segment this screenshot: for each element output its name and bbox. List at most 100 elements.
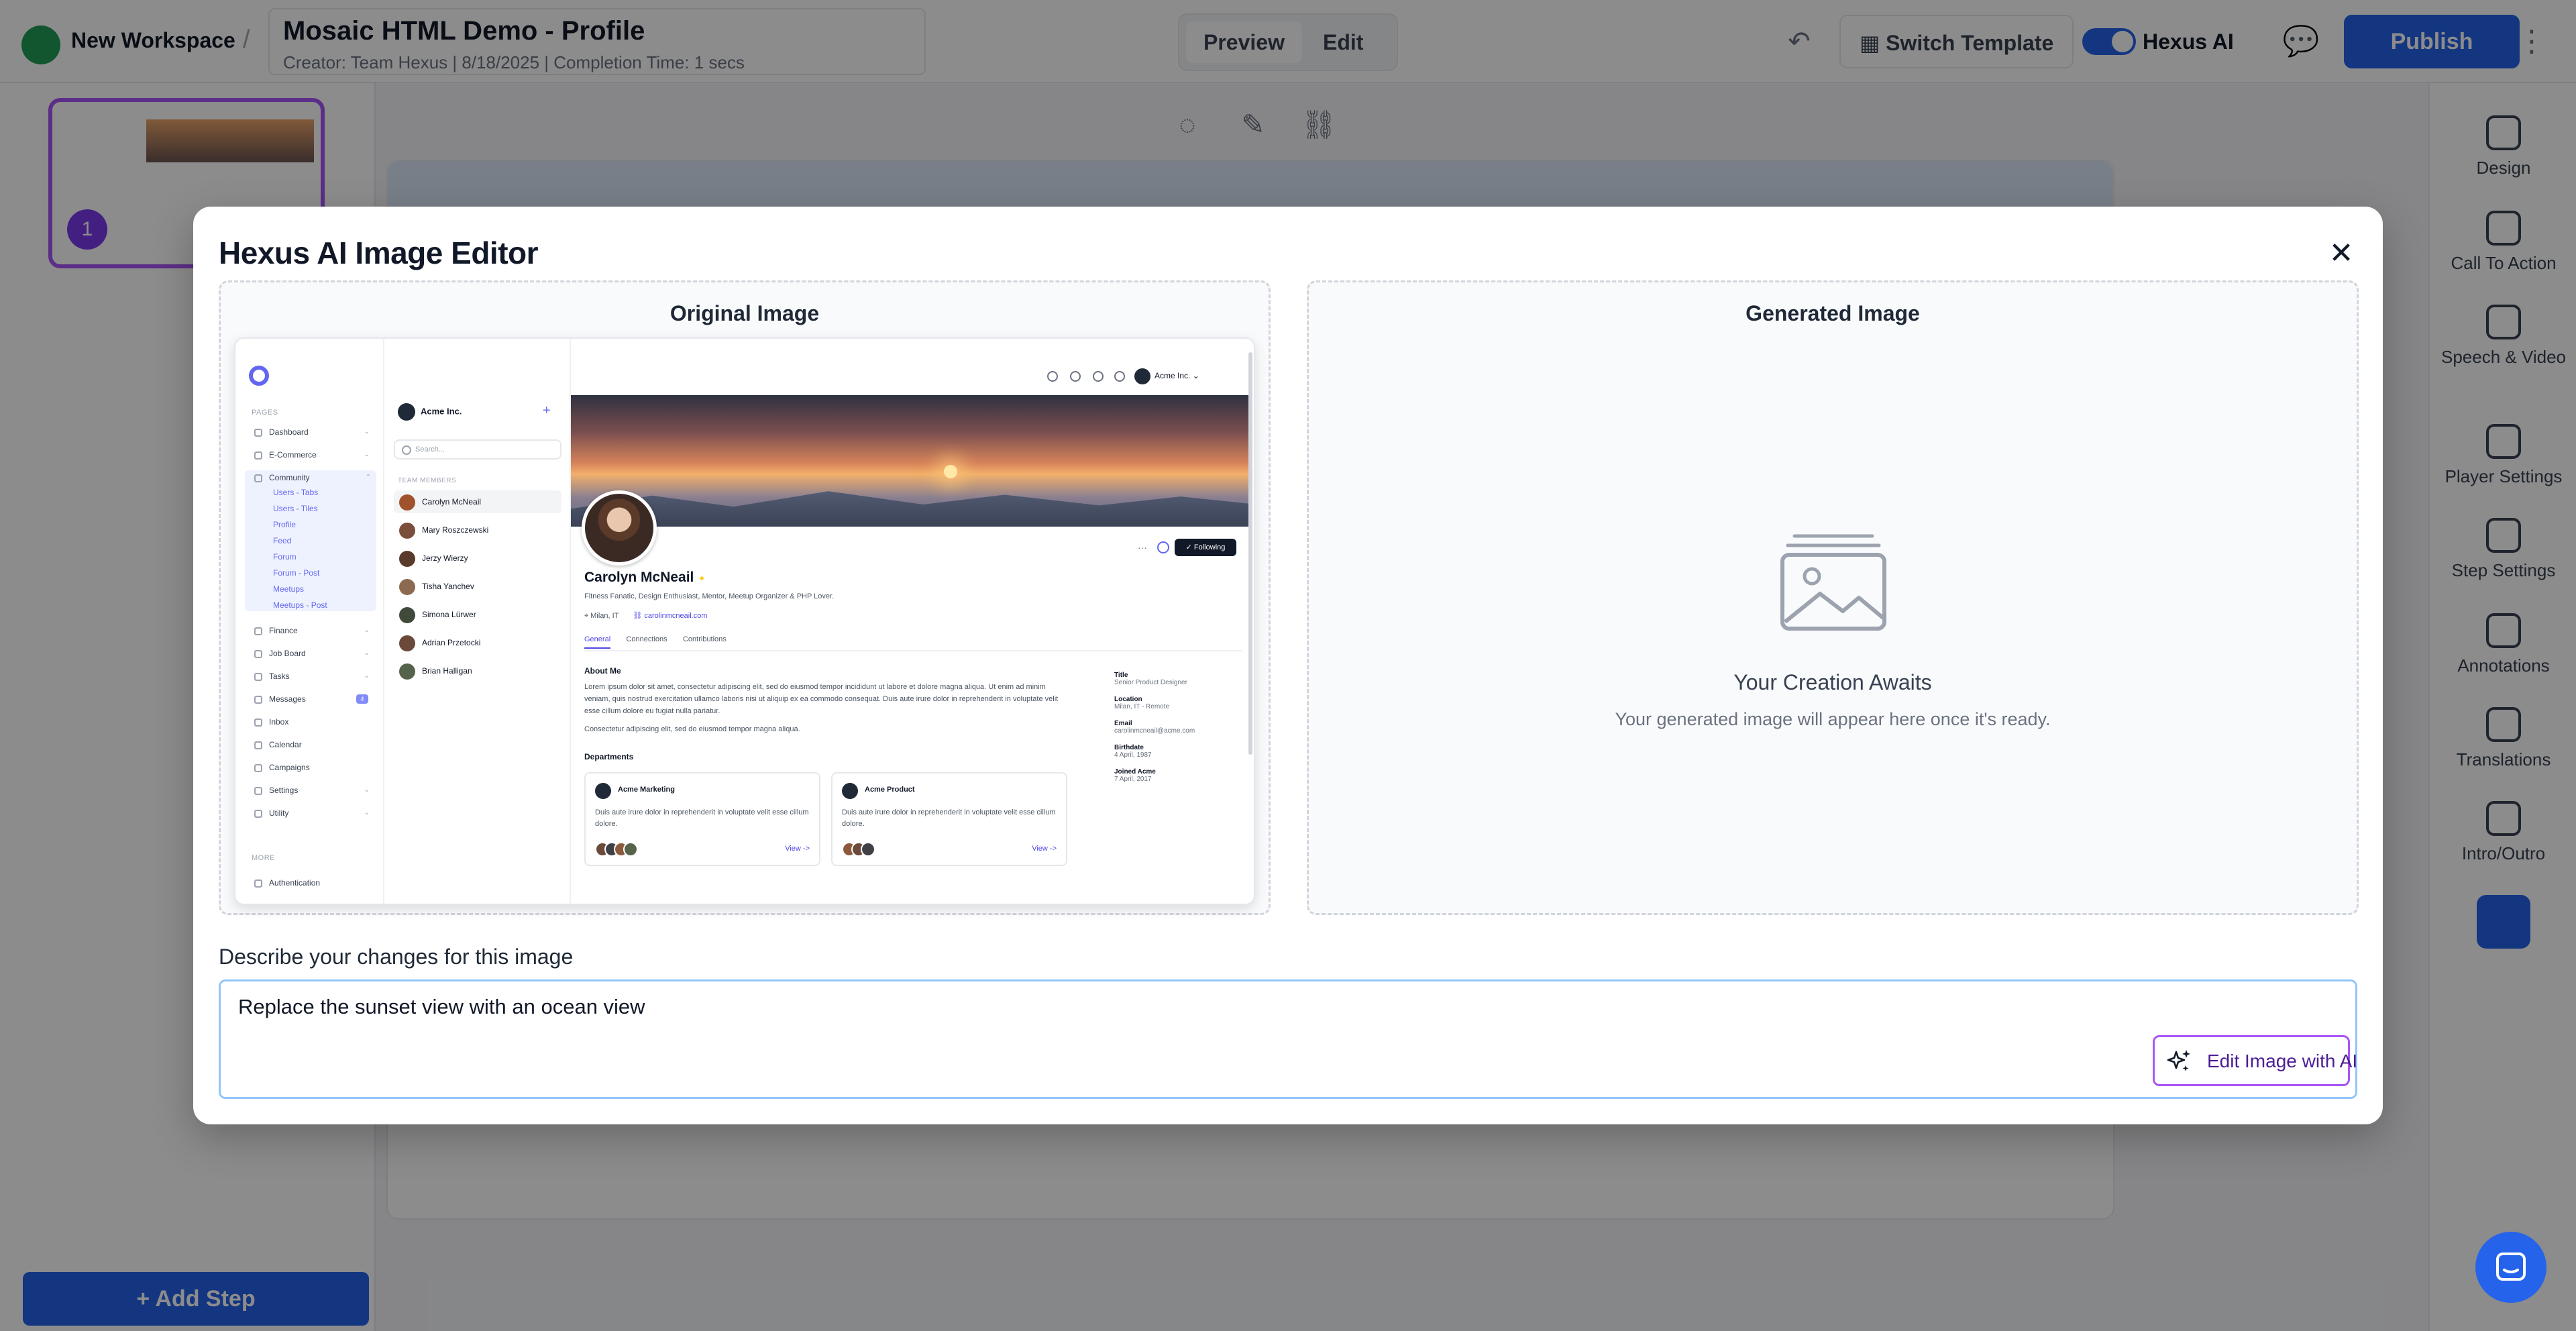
- department-text: Duis aute irure dolor in reprehenderit i…: [595, 808, 809, 828]
- prompt-textarea[interactable]: Replace the sunset view with an ocean vi…: [219, 979, 2357, 1099]
- mock-team-name: Acme Inc.: [398, 403, 462, 421]
- mock-about-text-2: Consectetur adipiscing elit, sed do eius…: [584, 725, 800, 733]
- avatar: [399, 663, 415, 680]
- inbox-icon: [254, 718, 262, 727]
- mountains: [571, 491, 1248, 527]
- chevron-down-icon: ⌄: [364, 786, 370, 794]
- mock-following-button: ✓ Following: [1175, 539, 1236, 556]
- modal-title: Hexus AI Image Editor: [219, 235, 539, 270]
- close-icon[interactable]: ✕: [2321, 233, 2361, 274]
- settings-icon: [254, 786, 262, 795]
- cart-icon: [254, 451, 262, 460]
- department-logo-icon: [842, 783, 858, 799]
- mock-member: Jerzy Wierzy: [394, 547, 561, 570]
- chevron-down-icon: ⌄: [364, 627, 370, 634]
- department-avatars: [842, 842, 896, 858]
- theme-icon: [1114, 371, 1125, 382]
- mock-nav-item: Utility ⌄: [254, 806, 375, 820]
- chevron-down-icon: ⌄: [364, 809, 370, 816]
- mock-account-menu: Acme Inc. ⌄: [1134, 368, 1199, 384]
- mock-nav-item: Job Board ⌄: [254, 646, 375, 661]
- edit-image-with-ai-button[interactable]: Edit Image with AI: [2153, 1035, 2357, 1086]
- job-board-icon: [254, 649, 262, 658]
- chevron-down-icon: ⌄: [364, 672, 370, 680]
- message-icon: [1157, 541, 1169, 553]
- mock-profile-facts: Title Senior Product Designer Location M…: [1114, 672, 1248, 792]
- avatar: [399, 522, 415, 539]
- star-icon: ✦: [698, 573, 706, 584]
- mock-team-panel: Acme Inc. + Search... TEAM MEMBERS Carol…: [384, 339, 571, 904]
- fact-value: carolinmcneail@acme.com: [1114, 727, 1195, 735]
- fact-label: Email: [1114, 720, 1132, 727]
- avatar: [399, 494, 415, 511]
- chevron-up-icon: ⌃: [365, 474, 371, 481]
- mock-team-members-label: TEAM MEMBERS: [398, 477, 457, 484]
- department-view-link: View ->: [785, 845, 810, 853]
- messages-icon: [254, 695, 262, 704]
- sparkles-icon: [2167, 1050, 2190, 1071]
- mock-profile: Acme Inc. ⌄ ··· ✓ Following Carolyn McNe…: [571, 339, 1254, 904]
- fact-label: Title: [1114, 672, 1128, 679]
- utility-icon: [254, 809, 262, 818]
- mock-member: Brian Halligan: [394, 659, 561, 682]
- chevron-down-icon: ⌄: [364, 428, 370, 435]
- mock-tab-general: General: [584, 635, 611, 649]
- chat-icon: [2496, 1253, 2526, 1281]
- avatar: [399, 606, 415, 623]
- department-name: Acme Product: [865, 786, 915, 794]
- mock-profile-tabs: General Connections Contributions: [584, 634, 1242, 651]
- mock-member: Simona Lürwer: [394, 603, 561, 626]
- fact-label: Joined Acme: [1114, 768, 1156, 776]
- mock-subitem: Meetups: [273, 584, 305, 594]
- department-text: Duis aute irure dolor in reprehenderit i…: [842, 808, 1056, 828]
- fact-value: Senior Product Designer: [1114, 679, 1187, 686]
- department-logo-icon: [595, 783, 611, 799]
- generated-image-panel: Generated Image Your Creation Awaits You…: [1307, 280, 2359, 915]
- messages-badge: 4: [356, 694, 368, 704]
- notification-icon: [1070, 371, 1081, 382]
- more-icon: ···: [1138, 542, 1147, 553]
- mock-nav-item: Authentication: [254, 875, 375, 890]
- mock-logo-icon: [249, 366, 269, 386]
- mock-search-input: Search...: [394, 439, 561, 460]
- mock-nav-item: Inbox: [254, 714, 375, 729]
- mock-website-link: ⛓ carolinmcneail.com: [633, 612, 708, 620]
- prompt-label: Describe your changes for this image: [219, 945, 574, 969]
- department-name: Acme Marketing: [618, 786, 675, 794]
- auth-icon: [254, 879, 262, 888]
- profile-avatar: [582, 490, 657, 566]
- chat-launcher-button[interactable]: [2475, 1232, 2546, 1303]
- mock-nav-item: Finance ⌄: [254, 623, 375, 638]
- mock-nav-item: Settings ⌄: [254, 783, 375, 798]
- mock-scrollbar: [1248, 352, 1252, 755]
- generated-image-heading: Generated Image: [1746, 301, 1920, 325]
- mock-department-card: Acme Marketing Duis aute irure dolor in …: [584, 772, 820, 866]
- dashboard-icon: [254, 428, 262, 437]
- mock-nav-item: Calendar: [254, 737, 375, 752]
- mock-profile-actions: ··· ✓ Following: [1134, 539, 1248, 557]
- mock-nav-item: Messages 4: [254, 692, 375, 706]
- mock-header-icons: Acme Inc. ⌄: [1047, 367, 1248, 387]
- mock-subitem: Users - Tabs: [273, 488, 319, 497]
- chevron-down-icon: ⌄: [364, 451, 370, 458]
- fact-value: Milan, IT - Remote: [1114, 703, 1170, 710]
- info-icon: [1093, 371, 1104, 382]
- mock-member: Carolyn McNeail: [394, 490, 561, 513]
- mock-profile-bio: Fitness Fanatic, Design Enthusiast, Ment…: [584, 592, 835, 600]
- community-icon: [254, 474, 262, 482]
- finance-icon: [254, 627, 262, 635]
- placeholder-subtitle: Your generated image will appear here on…: [1615, 709, 2051, 729]
- mock-sidebar: PAGES Dashboard ⌄ E-Commerce ⌄ Community ⌃ …: [235, 339, 384, 904]
- account-logo-icon: [1134, 368, 1150, 384]
- mock-subitem: Meetups - Post: [273, 600, 327, 610]
- mock-member: Adrian Przetocki: [394, 631, 561, 654]
- mock-nav-item: Tasks ⌄: [254, 669, 375, 684]
- mock-tab-connections: Connections: [626, 635, 667, 643]
- sunset-banner-image: [571, 395, 1248, 527]
- prompt-text[interactable]: Replace the sunset view with an ocean vi…: [238, 995, 645, 1019]
- tasks-icon: [254, 672, 262, 681]
- fact-label: Birthdate: [1114, 744, 1144, 751]
- edit-image-with-ai-label: Edit Image with AI: [2207, 1051, 2358, 1071]
- mock-nav-item: E-Commerce ⌄: [254, 447, 375, 462]
- original-image-heading: Original Image: [669, 301, 820, 325]
